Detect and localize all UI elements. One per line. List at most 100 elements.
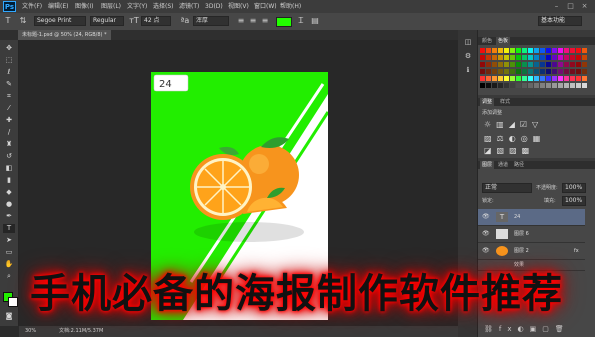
color-swatch-cell[interactable]	[498, 69, 503, 74]
color-swatch-cell[interactable]	[540, 62, 545, 67]
color-swatch-cell[interactable]	[510, 62, 515, 67]
brush-tool-icon[interactable]: /	[3, 128, 15, 137]
color-swatch-cell[interactable]	[504, 83, 509, 88]
color-swatch-cell[interactable]	[552, 62, 557, 67]
color-swatch-cell[interactable]	[510, 69, 515, 74]
color-swatch-cell[interactable]	[540, 76, 545, 81]
color-swatch-cell[interactable]	[510, 55, 515, 60]
layer-visibility-icon[interactable]: 👁	[482, 226, 490, 242]
color-swatch-cell[interactable]	[534, 76, 539, 81]
color-swatch-cell[interactable]	[486, 69, 491, 74]
color-swatch-cell[interactable]	[510, 76, 515, 81]
color-swatch-cell[interactable]	[480, 55, 485, 60]
path-select-icon[interactable]: ➤	[3, 236, 15, 245]
menu-type[interactable]: 文字(Y)	[127, 0, 147, 13]
crop-tool-icon[interactable]: ⌗	[3, 92, 15, 101]
color-swatch-cell[interactable]	[528, 55, 533, 60]
menu-view[interactable]: 视图(V)	[228, 0, 249, 13]
color-swatch-cell[interactable]	[480, 76, 485, 81]
text-orientation-icon[interactable]: ⇅	[18, 16, 28, 26]
color-swatch-cell[interactable]	[480, 48, 485, 53]
color-swatch-cell[interactable]	[516, 76, 521, 81]
color-swatch-cell[interactable]	[570, 76, 575, 81]
color-swatch-cell[interactable]	[522, 48, 527, 53]
opacity-input[interactable]: 100%	[562, 183, 586, 193]
color-swatch-cell[interactable]	[546, 76, 551, 81]
color-swatch-cell[interactable]	[570, 69, 575, 74]
color-swatch-cell[interactable]	[522, 83, 527, 88]
align-right-icon[interactable]: ≡	[260, 16, 270, 26]
color-swatch-cell[interactable]	[546, 55, 551, 60]
menu-select[interactable]: 选择(S)	[153, 0, 174, 13]
marquee-tool-icon[interactable]: ⬚	[3, 56, 15, 65]
color-swatch-cell[interactable]	[504, 48, 509, 53]
color-swatch-cell[interactable]	[504, 76, 509, 81]
maximize-button[interactable]: □	[566, 2, 575, 11]
color-swatch-cell[interactable]	[558, 55, 563, 60]
color-swatch-cell[interactable]	[522, 76, 527, 81]
adjustment-icons-row-1[interactable]: ☼▥◢☑▽	[484, 120, 543, 129]
color-swatch-cell[interactable]	[492, 76, 497, 81]
color-swatch-cell[interactable]	[558, 48, 563, 53]
type-tool-icon[interactable]: T	[3, 224, 15, 233]
font-style-select[interactable]: Regular	[90, 16, 124, 26]
layer-row[interactable]: 👁 T 24	[478, 209, 585, 226]
align-left-icon[interactable]: ≡	[236, 16, 246, 26]
blend-mode-select[interactable]: 正常	[482, 183, 532, 193]
color-swatch-cell[interactable]	[558, 62, 563, 67]
layer-row[interactable]: 👁 图层 2 fx	[478, 243, 585, 260]
color-swatch-cell[interactable]	[528, 76, 533, 81]
color-swatch-cell[interactable]	[582, 76, 587, 81]
menu-edit[interactable]: 编辑(E)	[48, 0, 68, 13]
color-swatch-cell[interactable]	[498, 76, 503, 81]
move-tool-icon[interactable]: ✥	[3, 44, 15, 53]
color-swatch-cell[interactable]	[498, 55, 503, 60]
quick-select-icon[interactable]: ✎	[3, 80, 15, 89]
color-swatch-cell[interactable]	[558, 76, 563, 81]
color-swatch-cell[interactable]	[570, 62, 575, 67]
color-swatch-cell[interactable]	[480, 83, 485, 88]
text-tool-icon[interactable]: T	[3, 16, 13, 26]
color-swatch-cell[interactable]	[480, 62, 485, 67]
close-button[interactable]: ×	[580, 2, 589, 11]
color-swatch-cell[interactable]	[504, 55, 509, 60]
color-swatch-cell[interactable]	[576, 69, 581, 74]
color-swatch-cell[interactable]	[582, 69, 587, 74]
color-swatch-cell[interactable]	[570, 83, 575, 88]
color-swatch-cell[interactable]	[570, 55, 575, 60]
color-swatch-cell[interactable]	[582, 62, 587, 67]
color-swatch-cell[interactable]	[564, 76, 569, 81]
color-swatch-cell[interactable]	[516, 69, 521, 74]
color-swatch-cell[interactable]	[540, 55, 545, 60]
color-swatch-cell[interactable]	[522, 69, 527, 74]
color-swatch-cell[interactable]	[492, 83, 497, 88]
antialias-select[interactable]: 浑厚	[193, 16, 229, 26]
menu-file[interactable]: 文件(F)	[22, 0, 42, 13]
color-swatch-cell[interactable]	[486, 48, 491, 53]
color-swatch-cell[interactable]	[546, 48, 551, 53]
color-swatch-cell[interactable]	[522, 62, 527, 67]
color-swatch-cell[interactable]	[546, 83, 551, 88]
color-swatch-cell[interactable]	[546, 62, 551, 67]
color-swatch-cell[interactable]	[516, 48, 521, 53]
gradient-tool-icon[interactable]: ▮	[3, 176, 15, 185]
color-swatch-cell[interactable]	[564, 48, 569, 53]
color-swatch-cell[interactable]	[534, 55, 539, 60]
color-swatch-cell[interactable]	[552, 76, 557, 81]
color-swatch-cell[interactable]	[540, 83, 545, 88]
background-color-swatch[interactable]	[8, 297, 18, 307]
color-swatch-cell[interactable]	[552, 48, 557, 53]
layer-row[interactable]: 👁 图层 6	[478, 226, 585, 243]
eyedropper-icon[interactable]: ⁄	[3, 104, 15, 113]
color-swatch-cell[interactable]	[540, 69, 545, 74]
layer-fx-icon[interactable]: fx	[574, 243, 579, 259]
color-swatch-cell[interactable]	[534, 48, 539, 53]
color-swatch-cell[interactable]	[528, 48, 533, 53]
color-swatch-cell[interactable]	[564, 55, 569, 60]
color-swatch-cell[interactable]	[486, 62, 491, 67]
character-panel-icon[interactable]: ▤	[310, 16, 320, 26]
quick-mask-icon[interactable]: ◙	[3, 312, 15, 321]
color-swatch-cell[interactable]	[522, 55, 527, 60]
color-swatch-cell[interactable]	[552, 55, 557, 60]
adjustment-icons-row-2[interactable]: ▨⚖◐◎▦	[484, 134, 545, 143]
